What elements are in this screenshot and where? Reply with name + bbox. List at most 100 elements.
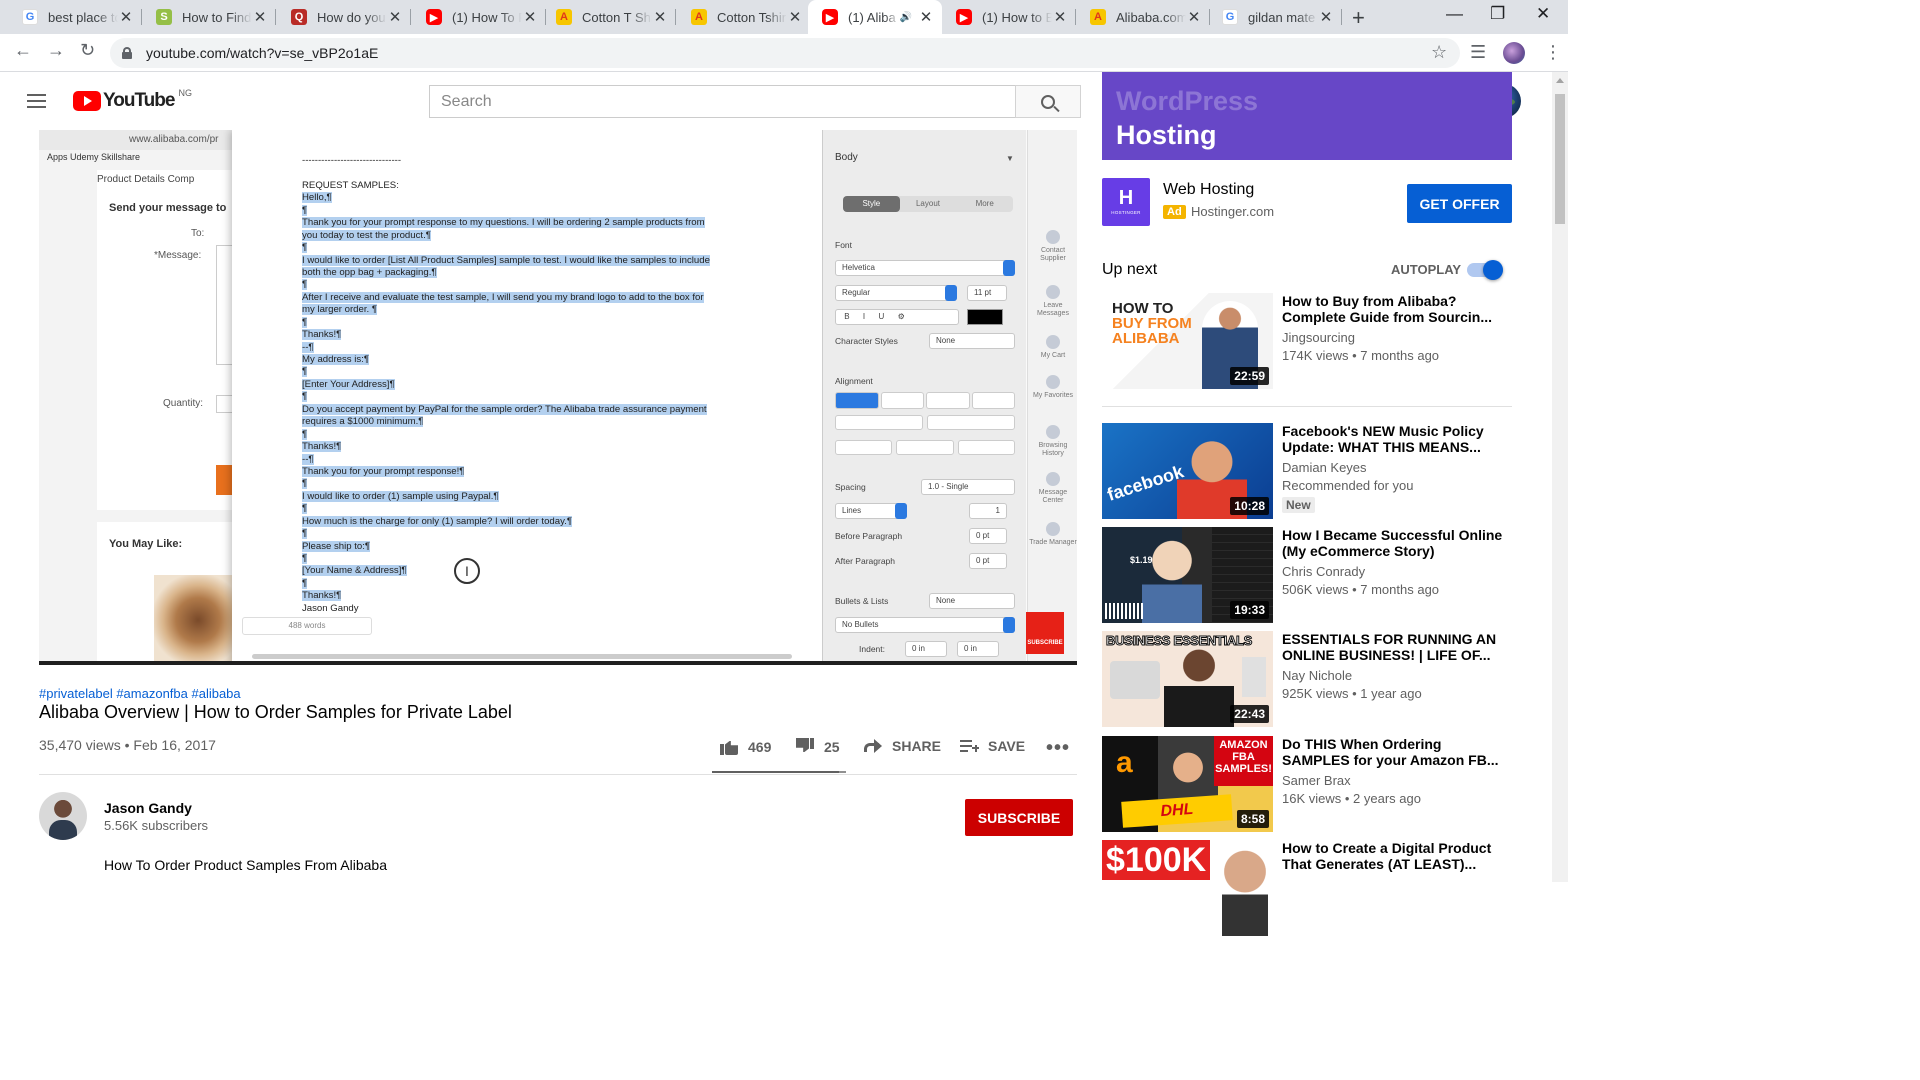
recommendation-title[interactable]: How I Became Successful Online (My eComm… (1282, 527, 1506, 559)
document-line: [Your Name & Address]¶ (302, 565, 407, 577)
lines-stepper (895, 503, 907, 519)
document-line: --¶ (302, 341, 314, 353)
close-tab-icon[interactable]: ✕ (787, 8, 803, 26)
subscribe-button[interactable]: SUBSCRIBE (965, 799, 1073, 836)
reload-icon[interactable]: ↻ (80, 40, 95, 61)
close-tab-icon[interactable]: ✕ (1318, 8, 1334, 26)
font-name-stepper (1003, 260, 1015, 276)
alibaba-side-strip: Contact Supplier Leave Messages My Cart … (1027, 130, 1077, 665)
inspector-tab-layout: Layout (915, 199, 941, 208)
spacing-box: 1.0 - Single (921, 479, 1015, 495)
video-frame-browser: www.alibaba.com/pr Apps Udemy Skillshare… (39, 130, 234, 665)
before-paragraph-box: 0 pt (969, 528, 1007, 544)
scroll-up-arrow-icon[interactable] (1556, 78, 1564, 83)
minimize-button[interactable]: — (1446, 4, 1463, 24)
video-hashtags[interactable]: #privatelabel #amazonfba #alibaba (39, 686, 241, 701)
channel-name[interactable]: Jason Gandy (104, 800, 192, 816)
new-tab-button[interactable]: + (1352, 5, 1365, 31)
video-thumbnail[interactable]: HOW TO BUY FROM ALIBABA 22:59 (1102, 293, 1273, 389)
back-arrow-icon[interactable]: ← (14, 40, 32, 61)
search-input[interactable]: Search (429, 85, 1016, 118)
close-tab-icon[interactable]: ✕ (918, 8, 934, 26)
close-window-button[interactable]: ✕ (1536, 4, 1550, 24)
browser-tab[interactable]: ▶ (1) How to B ✕ (942, 0, 1076, 34)
video-thumbnail[interactable]: $1.19m 19:33 (1102, 527, 1273, 623)
character-styles-box: None (929, 333, 1015, 349)
browser-tab[interactable]: Gbest place to ✕ (8, 0, 142, 34)
video-title: Alibaba Overview | How to Order Samples … (39, 702, 512, 722)
browser-tab[interactable]: A Cotton T Shi ✕ (542, 0, 676, 34)
forward-arrow-icon[interactable]: → (47, 40, 65, 61)
hostinger-logo[interactable]: H HOSTINGER (1102, 178, 1150, 226)
browser-tab[interactable]: A Alibaba.com ✕ (1076, 0, 1210, 34)
close-tab-icon[interactable]: ✕ (1186, 8, 1202, 26)
browser-tab[interactable]: ▶ (1) How To F ✕ (412, 0, 546, 34)
recommendation-item[interactable]: HOW TO BUY FROM ALIBABA 22:59 How to Buy f… (1102, 293, 1512, 389)
ad-title[interactable]: Web Hosting (1163, 181, 1254, 199)
maximize-button[interactable]: ❐ (1490, 4, 1505, 24)
recommendation-title[interactable]: Do THIS When Ordering SAMPLES for your A… (1282, 736, 1506, 768)
video-thumbnail[interactable]: facebook 10:28 (1102, 423, 1273, 519)
browser-tab[interactable]: Ggildan mate ✕ (1208, 0, 1342, 34)
recommendation-title[interactable]: ESSENTIALS FOR RUNNING AN ONLINE BUSINES… (1282, 631, 1506, 663)
subscribe-watermark[interactable]: SUBSCRIBE (1026, 612, 1064, 654)
close-tab-icon[interactable]: ✕ (1052, 8, 1068, 26)
close-tab-icon[interactable]: ✕ (387, 8, 403, 26)
video-frame-page (97, 170, 234, 510)
recommendation-item[interactable]: BUSINESS ESSENTIALS 22:43 ESSENTIALS FOR… (1102, 631, 1512, 727)
chevron-down-icon: ▼ (1006, 154, 1014, 163)
recommendation-item[interactable]: $1.19m 19:33 How I Became Successful Onl… (1102, 527, 1512, 623)
more-actions-icon[interactable]: ••• (1046, 737, 1070, 760)
inspector-tab-more: More (975, 199, 994, 208)
autoplay-toggle[interactable] (1467, 260, 1503, 280)
bookmark-star-icon[interactable]: ☆ (1431, 42, 1447, 63)
browser-tab[interactable]: A Cotton Tshir ✕ (677, 0, 811, 34)
recommendation-item[interactable]: $100K How to Create a Digital Product Th… (1102, 840, 1512, 936)
browser-tab[interactable]: S How to Find ✕ (142, 0, 276, 34)
channel-avatar[interactable] (39, 792, 87, 840)
audio-playing-icon[interactable]: 🔊 (900, 12, 912, 23)
close-tab-icon[interactable]: ✕ (118, 8, 134, 26)
close-tab-icon[interactable]: ✕ (652, 8, 668, 26)
document-line: requires a $1000 minimum.¶ (302, 416, 424, 428)
video-progress-bar[interactable] (39, 661, 1077, 665)
video-thumbnail[interactable]: BUSINESS ESSENTIALS 22:43 (1102, 631, 1273, 727)
profile-avatar-icon[interactable] (1503, 42, 1525, 64)
share-button[interactable]: SHARE (864, 738, 941, 754)
video-thumbnail[interactable]: a AMAZON FBA SAMPLES! DHL 8:58 (1102, 736, 1273, 832)
scrollbar-thumb[interactable] (1555, 94, 1565, 224)
tab-title: Alibaba.com (1116, 9, 1186, 25)
recommendation-title[interactable]: Facebook's NEW Music Policy Update: WHAT… (1282, 423, 1506, 455)
close-tab-icon[interactable]: ✕ (522, 8, 538, 26)
browser-tab[interactable]: Q How do you ✕ (277, 0, 411, 34)
font-label: Font (835, 240, 853, 250)
media-playlist-icon[interactable]: ☰ (1470, 42, 1486, 63)
document-line: Hello,¶ (302, 192, 332, 204)
browser-tab[interactable]: ▶ (1) Aliba 🔊 ✕ (808, 0, 942, 34)
like-button[interactable]: 469 (720, 738, 771, 755)
recommendation-title[interactable]: How to Create a Digital Product That Gen… (1282, 840, 1506, 872)
url-text: youtube.com/watch?v=se_vBP2o1aE (146, 45, 379, 61)
browser-menu-icon[interactable]: ⋮ (1544, 42, 1562, 63)
save-button[interactable]: SAVE (960, 738, 1025, 754)
page-scrollbar[interactable] (1552, 72, 1568, 882)
hamburger-menu-icon[interactable] (27, 94, 46, 108)
address-bar[interactable]: youtube.com/watch?v=se_vBP2o1aE (110, 38, 1460, 68)
recommendation-item[interactable]: facebook 10:28 Facebook's NEW Music Poli… (1102, 423, 1512, 519)
youtube-logo[interactable]: YouTube NG (73, 88, 192, 112)
close-tab-icon[interactable]: ✕ (252, 8, 268, 26)
ad-banner[interactable]: WordPress Hosting (1102, 72, 1512, 160)
tab-title: (1) Aliba (848, 9, 896, 25)
document-line: Thanks!¶ (302, 590, 342, 602)
bracelet-image (154, 575, 234, 665)
dislike-button[interactable]: 25 (796, 738, 840, 755)
search-button[interactable] (1015, 85, 1081, 118)
recommendation-title[interactable]: How to Buy from Alibaba? Complete Guide … (1282, 293, 1506, 325)
video-player[interactable]: www.alibaba.com/pr Apps Udemy Skillshare… (39, 130, 1077, 665)
message-center-icon: Message Center (1028, 472, 1077, 505)
spacing-label: Spacing (835, 482, 866, 492)
get-offer-button[interactable]: GET OFFER (1407, 184, 1512, 223)
recommendation-item[interactable]: a AMAZON FBA SAMPLES! DHL 8:58 Do THIS W… (1102, 736, 1512, 832)
video-thumbnail[interactable]: $100K (1102, 840, 1273, 936)
no-bullets-box: No Bullets (835, 617, 1015, 633)
